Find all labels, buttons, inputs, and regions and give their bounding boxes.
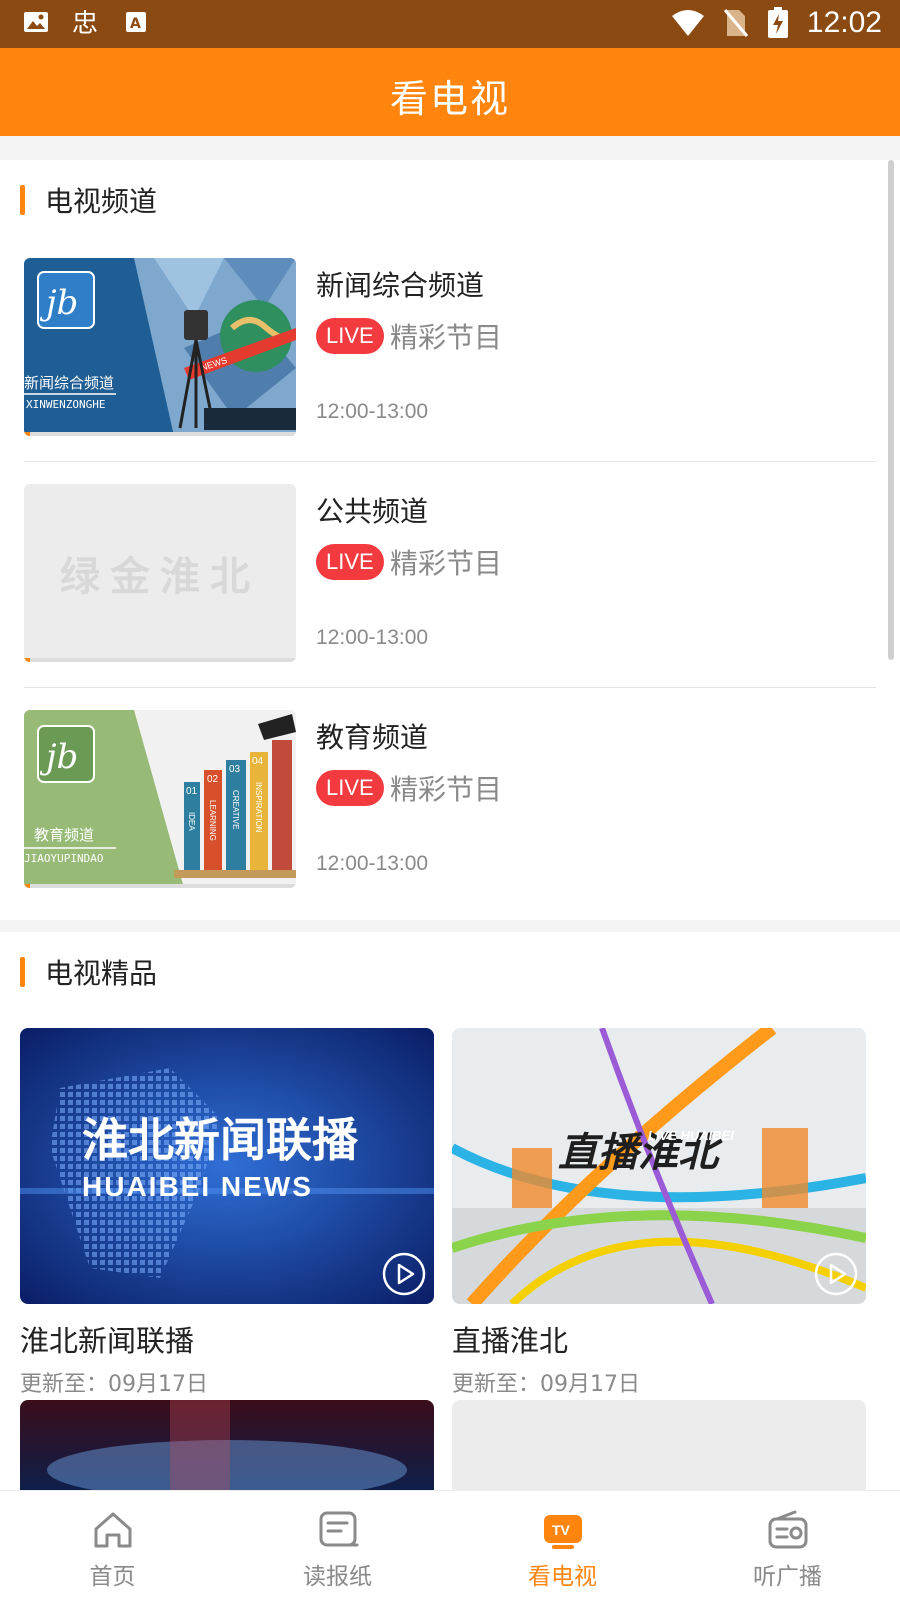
nav-label: 首页 <box>89 1564 136 1590</box>
channel-thumbnail: jb 01 02 03 04 IDEA LEARNING CREATIVE IN… <box>24 710 296 888</box>
wifi-icon <box>671 10 704 36</box>
live-badge: LIVE <box>316 770 384 806</box>
program-name: 精彩节目 <box>390 547 503 580</box>
nav-label: 听广播 <box>753 1564 822 1590</box>
book-spine-label: CREATIVE <box>231 790 240 829</box>
channel-thumbnail: 绿金淮北 <box>24 484 296 662</box>
thumbnail-title: 淮北新闻联播 <box>82 1113 359 1167</box>
channel-name: 教育频道 <box>316 721 429 754</box>
keyboard-notification-icon: A <box>126 12 146 32</box>
nav-item-radio[interactable]: 听广播 <box>675 1491 900 1600</box>
page-title: 看电视 <box>389 77 510 121</box>
section-header: 电视频道 <box>20 182 157 218</box>
thumbnail-pinyin: XINWENZONGHE <box>26 398 106 411</box>
section-title: 电视精品 <box>45 957 158 990</box>
nav-label: 看电视 <box>528 1564 597 1590</box>
thumbnail-subtitle: LIVE HUAIBEI <box>648 1128 734 1143</box>
image-notification-icon <box>24 12 48 32</box>
scrollbar[interactable] <box>888 160 894 660</box>
card-title: 直播淮北 <box>452 1324 569 1358</box>
channel-name: 公共频道 <box>316 495 429 528</box>
status-time: 12:02 <box>806 6 882 39</box>
radio-icon <box>768 1510 808 1549</box>
thumbnail-placeholder-text: 绿金淮北 <box>60 554 260 600</box>
nav-item-newspaper[interactable]: 读报纸 <box>225 1491 450 1600</box>
nav-item-home[interactable]: 首页 <box>0 1491 225 1600</box>
section-accent-bar <box>20 957 25 987</box>
nav-item-tv[interactable]: TV 看电视 <box>450 1491 675 1600</box>
book-number-label: 02 <box>207 774 219 785</box>
book-number-label: 01 <box>186 786 198 797</box>
bottom-nav: 首页 读报纸 TV 看电视 听广播 <box>0 1490 900 1600</box>
svg-text:忠: 忠 <box>72 9 98 36</box>
featured-card-partial[interactable] <box>20 1400 434 1490</box>
app-bar: 看电视 <box>0 48 900 136</box>
play-icon[interactable] <box>814 1252 858 1296</box>
tv-icon: TV <box>544 1515 582 1549</box>
tv-featured-section: 电视精品 淮北新闻联播 HUAIBEI NEWS 淮北新闻联播 更新至：09月1… <box>0 932 900 1490</box>
thumbnail-caption: 教育频道 <box>34 826 95 844</box>
progress-indicator <box>24 658 30 662</box>
section-accent-bar <box>20 185 25 215</box>
card-title: 淮北新闻联播 <box>20 1324 195 1358</box>
status-bar: 忠 A 12:02 <box>0 0 900 48</box>
channel-name: 新闻综合频道 <box>316 269 485 302</box>
play-icon[interactable] <box>382 1252 426 1296</box>
card-updated: 更新至：09月17日 <box>452 1372 640 1397</box>
book-spine-label: LEARNING <box>208 800 217 841</box>
app-notification-icon: 忠 <box>72 9 98 36</box>
section-title: 电视频道 <box>45 185 158 218</box>
book-spine-label: INSPIRATION <box>254 782 263 833</box>
program-time: 12:00-13:00 <box>316 400 429 423</box>
newspaper-icon <box>319 1511 359 1547</box>
section-header: 电视精品 <box>20 954 157 990</box>
channel-item-news[interactable]: NEWS jb 新闻综合频道 XINWENZONGHE 新闻综合频道 LIVE … <box>24 236 876 462</box>
thumbnail-caption: 新闻综合频道 <box>24 374 115 392</box>
progress-indicator <box>24 432 30 436</box>
featured-card-partial[interactable] <box>452 1400 866 1490</box>
program-name: 精彩节目 <box>390 321 503 354</box>
book-spine-label: IDEA <box>187 812 196 831</box>
battery-charging-icon <box>767 7 788 38</box>
program-time: 12:00-13:00 <box>316 626 429 649</box>
card-thumbnail: 直播淮北 LIVE HUAIBEI <box>452 1028 866 1304</box>
live-badge: LIVE <box>316 318 384 354</box>
svg-text:A: A <box>130 16 141 32</box>
channel-item-education[interactable]: jb 01 02 03 04 IDEA LEARNING CREATIVE IN… <box>24 688 876 914</box>
tv-badge-label: TV <box>552 1522 571 1538</box>
card-thumbnail: 淮北新闻联播 HUAIBEI NEWS <box>20 1028 434 1304</box>
book-number-label: 03 <box>229 764 241 775</box>
thumbnail-pinyin: JIAOYUPINDAO <box>24 852 104 865</box>
tv-channels-section: 电视频道 NEWS jb 新闻综合频道 XINWENZONGHE 新闻综合频道 … <box>0 160 900 920</box>
channel-item-public[interactable]: 绿金淮北 公共频道 LIVE 精彩节目 12:00-13:00 <box>24 462 876 688</box>
program-time: 12:00-13:00 <box>316 852 429 875</box>
program-name: 精彩节目 <box>390 773 503 806</box>
thumbnail-subtitle: HUAIBEI NEWS <box>82 1171 313 1202</box>
book-number-label: 04 <box>252 756 264 767</box>
channel-thumbnail: NEWS jb 新闻综合频道 XINWENZONGHE <box>24 258 296 436</box>
progress-indicator <box>24 884 30 888</box>
home-icon <box>94 1512 132 1548</box>
nav-label: 读报纸 <box>303 1564 372 1590</box>
no-sim-icon <box>723 9 749 37</box>
card-updated: 更新至：09月17日 <box>20 1372 208 1397</box>
live-badge: LIVE <box>316 544 384 580</box>
